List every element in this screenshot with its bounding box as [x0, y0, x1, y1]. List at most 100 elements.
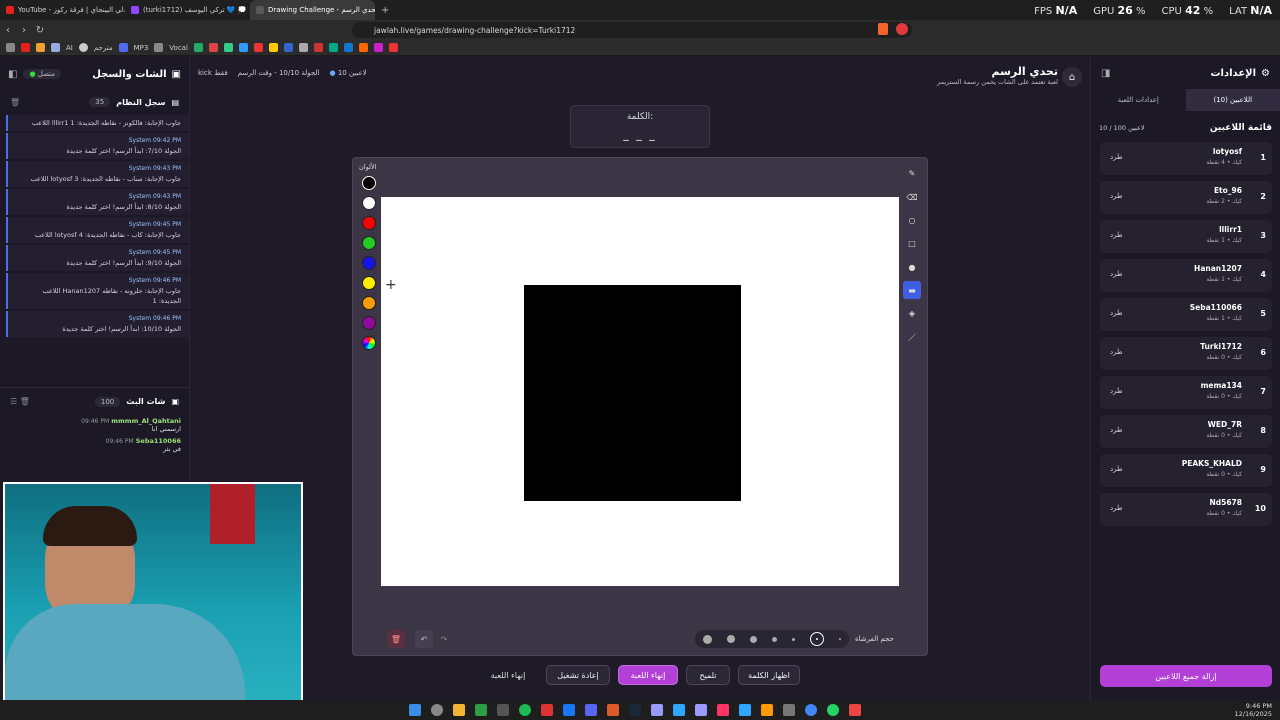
folder-icon[interactable]	[453, 704, 465, 716]
app-icon[interactable]	[783, 704, 795, 716]
chrome-icon[interactable]	[805, 704, 817, 716]
redo-button[interactable]: ↷	[435, 630, 453, 648]
bookmark-ai[interactable]: AI	[66, 44, 73, 52]
kick-button[interactable]: طرد	[1110, 270, 1123, 278]
color-black[interactable]	[362, 176, 376, 190]
circle-tool[interactable]: ○	[903, 211, 921, 229]
brush-size-selected[interactable]	[810, 632, 825, 646]
bookmark-icon[interactable]	[21, 43, 30, 52]
hint-button[interactable]: تلميح	[686, 665, 730, 685]
discord-icon[interactable]	[585, 704, 597, 716]
bookmark-icon[interactable]	[358, 43, 368, 52]
whatsapp-icon[interactable]	[827, 704, 839, 716]
kick-button[interactable]: طرد	[1110, 348, 1123, 356]
bookmark-icon[interactable]	[388, 43, 398, 52]
brush-size-xl[interactable]	[702, 634, 712, 644]
color-green[interactable]	[362, 236, 376, 250]
color-purple[interactable]	[362, 316, 376, 330]
premiere-icon[interactable]	[651, 704, 663, 716]
tab-players[interactable]: اللاعبين (10)	[1185, 89, 1280, 111]
bookmark-icon[interactable]	[283, 43, 293, 52]
bookmark-icon[interactable]	[298, 43, 308, 52]
reload-icon[interactable]: ↻	[32, 25, 48, 36]
app-icon[interactable]	[541, 704, 553, 716]
excel-icon[interactable]	[475, 704, 487, 716]
tab-game-settings[interactable]: إعدادات اللعبة	[1091, 89, 1186, 111]
pen-tool[interactable]: ✎	[903, 164, 921, 182]
bookmark-icon[interactable]	[193, 43, 203, 52]
end-game-text-button[interactable]: إنهاء اللعبة	[482, 665, 534, 685]
bookmark-icon[interactable]	[118, 43, 128, 52]
end-game-button[interactable]: إنهاء اللعبة	[618, 665, 678, 685]
kick-button[interactable]: طرد	[1110, 387, 1123, 395]
kick-button[interactable]: طرد	[1110, 231, 1123, 239]
fill-tool[interactable]: ◈	[903, 304, 921, 322]
bookmark-icon[interactable]	[343, 43, 353, 52]
bookmark-icon[interactable]	[268, 43, 278, 52]
eraser-tool[interactable]: ⌫	[903, 188, 921, 206]
filter-icon[interactable]: ☰ 🗑	[10, 397, 30, 406]
illustrator-icon[interactable]	[761, 704, 773, 716]
app-icon[interactable]	[849, 704, 861, 716]
clock[interactable]: 9:46 PM 12/16/2025	[1235, 702, 1272, 718]
bookmark-icon[interactable]	[208, 43, 218, 52]
bookmark-translate[interactable]: مترجم	[94, 44, 113, 52]
bookmark-icon[interactable]	[313, 43, 323, 52]
brave-icon[interactable]	[607, 704, 619, 716]
clear-canvas-button[interactable]: 🗑	[387, 630, 405, 648]
color-yellow[interactable]	[362, 276, 376, 290]
brush-size-s[interactable]	[771, 636, 777, 642]
color-orange[interactable]	[362, 296, 376, 310]
bookmark-icon[interactable]	[36, 43, 45, 52]
rewards-icon[interactable]	[896, 23, 908, 35]
home-button[interactable]: ⌂	[1062, 67, 1082, 87]
bookmark-icon[interactable]	[154, 43, 164, 52]
kick-button[interactable]: طرد	[1110, 426, 1123, 434]
tab-twitch[interactable]: (turki1712) تركي اليوسف 💙 💭 ×	[125, 0, 250, 20]
line-tool[interactable]: ／	[903, 328, 921, 346]
brush-size-m[interactable]	[749, 635, 757, 643]
kick-button[interactable]: طرد	[1110, 504, 1123, 512]
tab-youtube[interactable]: YouTube - مبدلي البينجاي | فرقة ركوز ×	[0, 0, 125, 20]
bookmark-icon[interactable]	[238, 43, 248, 52]
app-icon[interactable]	[519, 704, 531, 716]
forward-icon[interactable]: ›	[16, 25, 32, 36]
brush-size-l[interactable]	[726, 635, 735, 643]
bookmark-icon[interactable]	[373, 43, 383, 52]
kick-button[interactable]: طرد	[1110, 465, 1123, 473]
brush-size-xxs[interactable]	[839, 638, 842, 640]
undo-button[interactable]: ↶	[415, 630, 433, 648]
app-icon[interactable]	[563, 704, 575, 716]
custom-color-picker[interactable]	[362, 336, 376, 350]
search-icon[interactable]	[431, 704, 443, 716]
bookmark-mp3[interactable]: MP3	[134, 44, 149, 52]
app-icon[interactable]	[497, 704, 509, 716]
translate-icon[interactable]	[78, 43, 88, 52]
photoshop-icon[interactable]	[673, 704, 685, 716]
bookmark-icon[interactable]	[223, 43, 233, 52]
tab-drawing-challenge[interactable]: Drawing Challenge - تحدي الرسم ×	[250, 0, 375, 20]
indesign-icon[interactable]	[717, 704, 729, 716]
color-red[interactable]	[362, 216, 376, 230]
show-word-button[interactable]: اظهار الكلمة	[738, 665, 800, 685]
back-icon[interactable]: ‹	[0, 25, 16, 36]
steam-icon[interactable]	[629, 704, 641, 716]
restart-button[interactable]: إعادة تشغيل	[546, 665, 610, 685]
app-icon[interactable]	[739, 704, 751, 716]
aftereffects-icon[interactable]	[695, 704, 707, 716]
bookmark-icon[interactable]	[253, 43, 263, 52]
drawing-canvas[interactable]	[381, 197, 899, 586]
kick-button[interactable]: طرد	[1110, 309, 1123, 317]
color-white[interactable]	[362, 196, 376, 210]
filled-rect-tool[interactable]: ▬	[903, 281, 921, 299]
brush-size-xs[interactable]	[792, 637, 796, 641]
kick-button[interactable]: طرد	[1110, 192, 1123, 200]
bookmark-icon[interactable]	[328, 43, 338, 52]
bookmark-icon[interactable]	[51, 43, 60, 52]
kick-button[interactable]: طرد	[1110, 153, 1123, 161]
apps-icon[interactable]	[6, 43, 15, 52]
bookmark-vocal[interactable]: Vocal	[169, 44, 188, 52]
brave-shield-icon[interactable]	[878, 23, 888, 35]
url-field[interactable]: jawlah.live/games/drawing-challenge?kick…	[352, 22, 912, 38]
trash-icon[interactable]: 🗑	[10, 98, 20, 107]
